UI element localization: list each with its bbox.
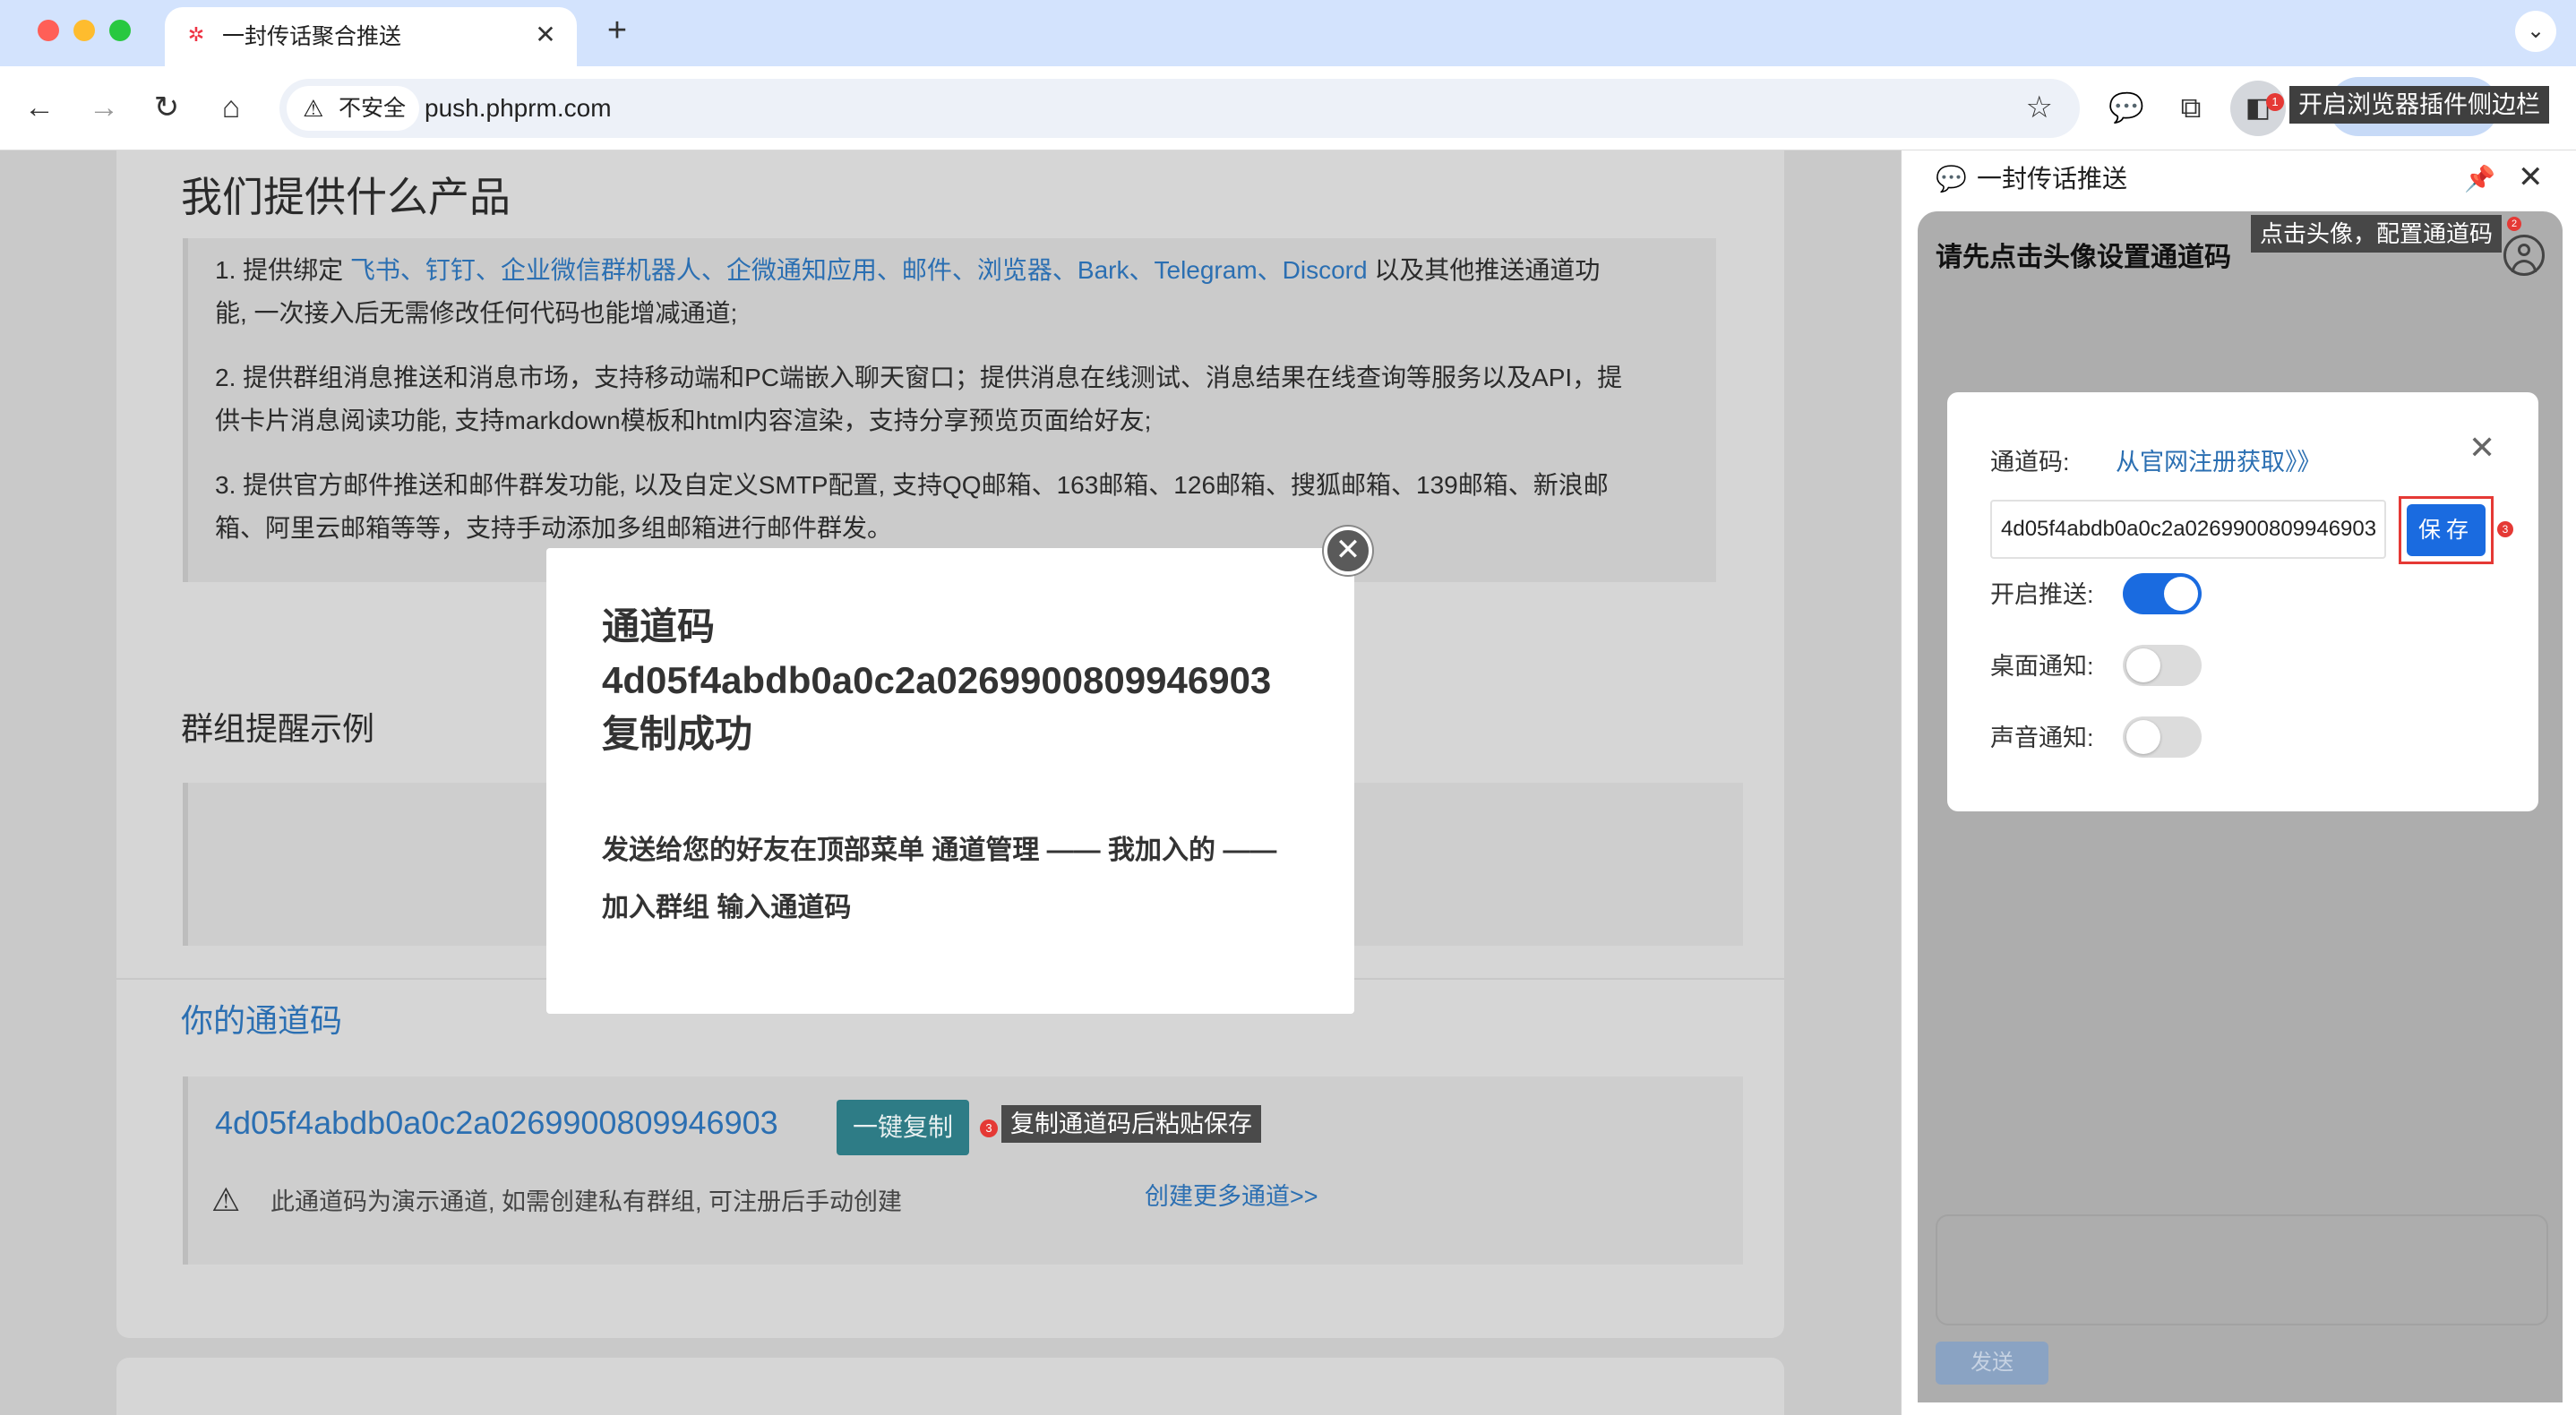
register-link[interactable]: 从官网注册获取》》 — [2116, 446, 2322, 478]
side-panel-title: 一封传话推送 — [1977, 165, 2128, 193]
enable-push-label: 开启推送: — [1990, 581, 2094, 608]
copy-badge: 3 — [980, 1119, 998, 1137]
group-demo-heading: 群组提醒示例 — [181, 710, 375, 747]
tab-search-chevron-icon[interactable]: ⌄ — [2515, 11, 2556, 52]
close-icon[interactable]: ✕ — [2518, 159, 2544, 195]
browser-toolbar: ← → ↻ ⌂ ⚠ 不安全 push.phprm.com ☆ 💬 ⧉ ◧ 1 开… — [0, 66, 2576, 150]
pin-icon[interactable]: 📌 — [2464, 161, 2495, 197]
product-item-2: 2. 提供群组消息推送和消息市场，支持移动端和PC端嵌入聊天窗口；提供消息在线测… — [215, 364, 1623, 434]
tab-strip: ✲ 一封传话聚合推送 ✕ + ⌄ — [0, 0, 2576, 66]
warning-triangle-icon: ⚠ — [211, 1181, 241, 1218]
url-text[interactable]: push.phprm.com — [425, 93, 612, 124]
save-badge: 3 — [2497, 521, 2513, 537]
favicon-icon: ✲ — [187, 23, 205, 46]
enable-push-toggle[interactable] — [2123, 573, 2202, 614]
extensions-icon[interactable]: ⧉ — [2168, 84, 2214, 131]
avatar-badge: 2 — [2507, 217, 2521, 231]
channel-code-box: 4d05f4abdb0a0c2a0269900809946903 一键复制 3 … — [183, 1076, 1743, 1265]
modal-title: 通道码 4d05f4abdb0a0c2a0269900809946903 复制成… — [602, 605, 1272, 755]
maximize-window-button[interactable] — [109, 20, 131, 41]
sidebar-hint: 开启浏览器插件侧边栏 — [2289, 86, 2549, 124]
channel-label: 通道码: — [1990, 449, 2070, 476]
demo-warning: 此通道码为演示通道, 如需创建私有群组, 可注册后手动创建 — [270, 1188, 903, 1215]
modal-body: 发送给您的好友在顶部菜单 通道管理 —— 我加入的 —— 加入群组 输入通道码 — [602, 836, 1277, 922]
browser-tab[interactable]: ✲ 一封传话聚合推送 ✕ — [165, 7, 577, 66]
avatar-icon[interactable] — [2503, 235, 2545, 276]
channel-heading: 你的通道码 — [181, 1002, 343, 1039]
warning-icon: ⚠ — [303, 95, 324, 122]
modal-close-icon[interactable]: ✕ — [1324, 527, 1372, 575]
back-icon[interactable]: ← — [16, 84, 63, 131]
channel-input[interactable] — [1990, 500, 2386, 559]
avatar-hint: 点击头像，配置通道码 — [2251, 215, 2503, 253]
next-card — [116, 1358, 1784, 1415]
sound-notify-label: 声音通知: — [1990, 725, 2094, 751]
sound-notify-toggle[interactable] — [2123, 716, 2202, 758]
tab-title: 一封传话聚合推送 — [222, 24, 402, 49]
side-panel-header: 💬 一封传话推送 📌 ✕ — [1902, 150, 2576, 208]
channel-code: 4d05f4abdb0a0c2a0269900809946903 — [215, 1104, 778, 1141]
forward-icon[interactable]: → — [81, 84, 127, 131]
desktop-notify-toggle[interactable] — [2123, 645, 2202, 686]
products-box: 1. 提供绑定 飞书、钉钉、企业微信群机器人、企微通知应用、邮件、浏览器、Bar… — [183, 238, 1716, 582]
copy-success-modal: 通道码 4d05f4abdb0a0c2a0269900809946903 复制成… — [546, 548, 1354, 1014]
save-highlight: 保存 — [2399, 496, 2494, 564]
star-icon[interactable]: ☆ — [2026, 90, 2053, 125]
channel-links[interactable]: 飞书、钉钉、企业微信群机器人、企微通知应用、邮件、浏览器、Bark、Telegr… — [350, 256, 1368, 284]
product-item-1: 1. 提供绑定 飞书、钉钉、企业微信群机器人、企微通知应用、邮件、浏览器、Bar… — [215, 256, 1601, 327]
new-tab-button[interactable]: + — [598, 13, 636, 50]
save-button[interactable]: 保存 — [2407, 504, 2486, 556]
minimize-window-button[interactable] — [73, 20, 95, 41]
settings-close-icon[interactable]: ✕ — [2469, 430, 2495, 466]
copy-hint: 复制通道码后粘贴保存 — [1001, 1105, 1261, 1143]
chat-icon: 💬 — [1936, 165, 1967, 193]
message-textarea[interactable] — [1936, 1214, 2548, 1325]
send-button[interactable]: 发送 — [1936, 1342, 2048, 1385]
chat-icon[interactable]: 💬 — [2103, 84, 2150, 131]
settings-popup: ✕ 通道码: 从官网注册获取》》 保存 3 开启推送: 桌面通知: 声音通知: — [1947, 392, 2538, 811]
products-heading: 我们提供什么产品 — [181, 174, 511, 220]
copy-button[interactable]: 一键复制 — [837, 1100, 969, 1155]
home-icon[interactable]: ⌂ — [208, 84, 254, 131]
address-bar[interactable]: ⚠ 不安全 push.phprm.com ☆ — [279, 79, 2080, 138]
create-more-link[interactable]: 创建更多通道>> — [1145, 1180, 1318, 1213]
reload-icon[interactable]: ↻ — [143, 84, 190, 131]
security-label: 不安全 — [339, 96, 407, 121]
close-window-button[interactable] — [38, 20, 59, 41]
product-item-3: 3. 提供官方邮件推送和邮件群发功能, 以及自定义SMTP配置, 支持QQ邮箱、… — [215, 471, 1609, 542]
setup-prompt: 请先点击头像设置通道码 — [1936, 243, 2231, 272]
security-chip[interactable]: ⚠ 不安全 — [287, 86, 419, 131]
sidebar-badge: 1 — [2266, 93, 2284, 111]
tab-close-icon[interactable]: ✕ — [530, 20, 561, 50]
desktop-notify-label: 桌面通知: — [1990, 653, 2094, 680]
